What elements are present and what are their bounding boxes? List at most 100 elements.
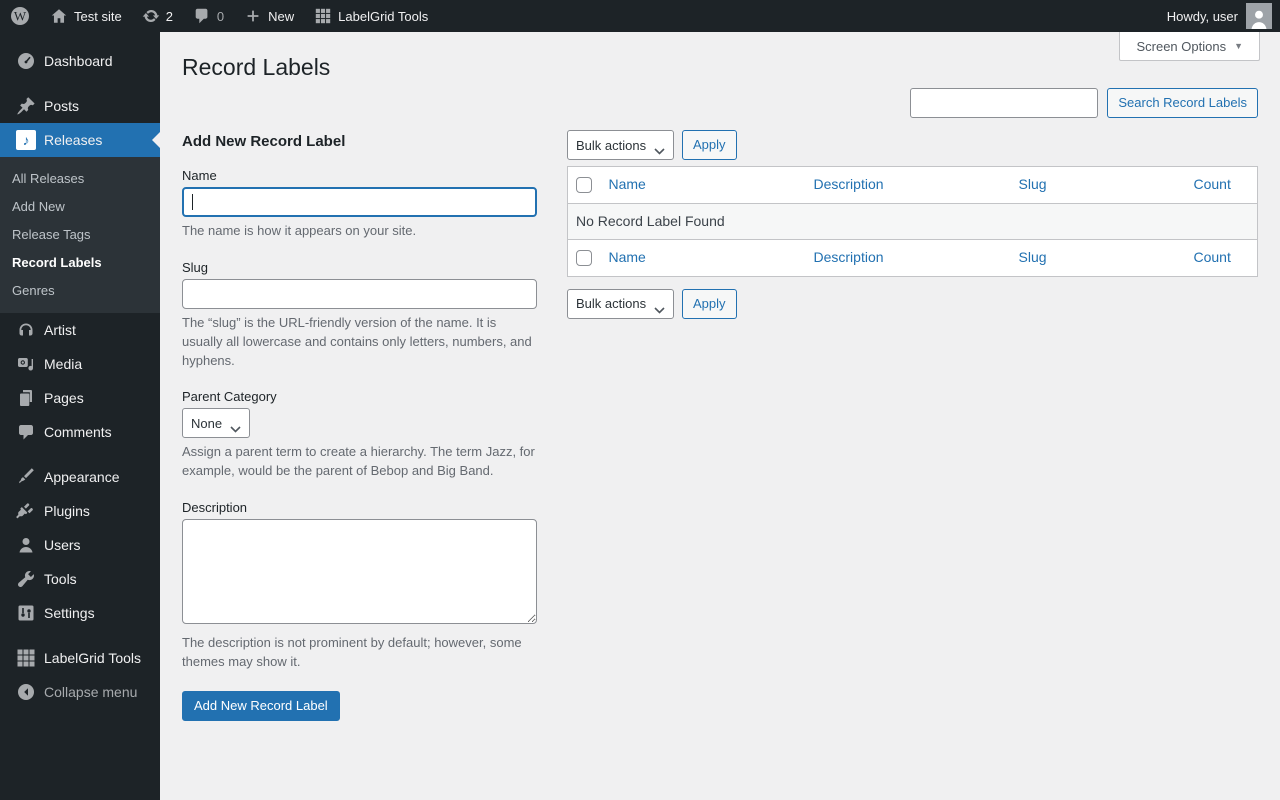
- search-input[interactable]: [910, 88, 1099, 118]
- admin-bar-comments[interactable]: 0: [183, 0, 234, 32]
- empty-table-row: No Record Label Found: [567, 203, 1258, 240]
- tablenav-top: Bulk actions Apply: [567, 130, 1258, 160]
- text-cursor: [192, 194, 193, 210]
- sidebar-item-label: Releases: [44, 132, 103, 148]
- column-header-description[interactable]: Description: [814, 176, 884, 192]
- sidebar-item-artist[interactable]: Artist: [0, 313, 160, 347]
- slug-field[interactable]: [182, 278, 537, 309]
- admin-sidebar: Dashboard Posts ♪ Releases All Releases …: [0, 32, 160, 800]
- sidebar-item-label: Comments: [44, 424, 112, 440]
- sidebar-item-comments[interactable]: Comments: [0, 415, 160, 449]
- submenu-item-add-new[interactable]: Add New: [0, 192, 160, 220]
- sidebar-item-appearance[interactable]: Appearance: [0, 460, 160, 494]
- sidebar-item-label: Media: [44, 356, 83, 372]
- sidebar-item-posts[interactable]: Posts: [0, 89, 160, 123]
- bulk-actions-select-bottom[interactable]: Bulk actions: [567, 288, 674, 319]
- sidebar-item-label: LabelGrid Tools: [44, 650, 142, 666]
- plus-icon: [244, 7, 262, 25]
- bulk-actions-select[interactable]: Bulk actions: [567, 130, 674, 160]
- wordpress-logo-icon: W: [10, 6, 30, 26]
- admin-bar-site-link[interactable]: Test site: [40, 0, 132, 32]
- sliders-icon: [16, 603, 36, 623]
- column-header-description[interactable]: Description: [814, 249, 884, 265]
- parent-category-select[interactable]: None: [182, 408, 250, 439]
- slug-label: Slug: [182, 259, 209, 275]
- admin-bar-new[interactable]: New: [234, 0, 304, 32]
- search-record-labels-button[interactable]: Search Record Labels: [1107, 88, 1258, 118]
- apply-button[interactable]: Apply: [682, 130, 737, 160]
- apply-button-bottom[interactable]: Apply: [682, 288, 737, 319]
- sidebar-item-plugins[interactable]: Plugins: [0, 494, 160, 528]
- add-new-record-label-button[interactable]: Add New Record Label: [182, 690, 340, 721]
- column-header-count[interactable]: Count: [1194, 249, 1231, 265]
- column-header-slug[interactable]: Slug: [1019, 176, 1047, 192]
- admin-bar-new-label: New: [268, 8, 295, 24]
- comments-icon: [193, 7, 211, 25]
- search-box: Search Record Labels: [182, 88, 1258, 118]
- media-icon: [16, 354, 36, 374]
- headphones-icon: [16, 320, 36, 340]
- sidebar-item-label: Appearance: [44, 469, 120, 485]
- admin-bar-labelgrid[interactable]: LabelGrid Tools: [304, 0, 438, 32]
- table-header-row: Name Description Slug Count: [567, 167, 1258, 204]
- sidebar-item-label: Artist: [44, 322, 76, 338]
- wordpress-menu-button[interactable]: W: [0, 0, 40, 32]
- update-icon: [142, 7, 160, 25]
- record-labels-table: Name Description Slug Count No Record La…: [567, 166, 1258, 277]
- submenu-item-record-labels[interactable]: Record Labels: [0, 248, 160, 276]
- sidebar-item-settings[interactable]: Settings: [0, 596, 160, 630]
- name-help-text: The name is how it appears on your site.: [182, 223, 417, 238]
- collapse-arrow-icon: [16, 682, 36, 702]
- update-count: 2: [165, 8, 173, 24]
- submenu-item-genres[interactable]: Genres: [0, 276, 160, 304]
- select-all-checkbox[interactable]: [576, 177, 592, 194]
- dashboard-icon: [16, 51, 36, 71]
- sidebar-item-dashboard[interactable]: Dashboard: [0, 44, 160, 78]
- sidebar-item-collapse-menu[interactable]: Collapse menu: [0, 675, 160, 709]
- admin-bar-labelgrid-label: LabelGrid Tools: [338, 8, 429, 24]
- wrench-icon: [16, 569, 36, 589]
- music-note-icon: ♪: [16, 130, 36, 150]
- sidebar-item-media[interactable]: Media: [0, 347, 160, 381]
- pages-icon: [16, 388, 36, 408]
- tablenav-bottom: Bulk actions Apply: [567, 288, 1258, 319]
- sidebar-item-pages[interactable]: Pages: [0, 381, 160, 415]
- sidebar-item-users[interactable]: Users: [0, 528, 160, 562]
- name-field[interactable]: [182, 187, 537, 217]
- form-heading: Add New Record Label: [182, 133, 346, 150]
- column-header-slug[interactable]: Slug: [1019, 249, 1047, 265]
- table-footer-row: Name Description Slug Count: [567, 239, 1258, 277]
- user-icon: [16, 535, 36, 555]
- sidebar-item-label: Pages: [44, 390, 84, 406]
- column-header-count[interactable]: Count: [1194, 176, 1231, 192]
- terms-list-panel: Bulk actions Apply Name Description Slug…: [567, 130, 1258, 319]
- home-icon: [50, 7, 68, 25]
- screen-options-label: Screen Options: [1136, 38, 1227, 54]
- menu-separator: [0, 78, 160, 89]
- sidebar-item-label: Tools: [44, 571, 77, 587]
- add-term-form: Add New Record Label Name The name is ho…: [182, 130, 537, 721]
- column-header-name[interactable]: Name: [609, 249, 646, 265]
- menu-separator: [0, 630, 160, 641]
- grid-icon: [314, 7, 332, 25]
- select-all-checkbox[interactable]: [576, 250, 592, 267]
- submenu-item-all-releases[interactable]: All Releases: [0, 164, 160, 192]
- column-header-name[interactable]: Name: [609, 176, 646, 192]
- sidebar-item-tools[interactable]: Tools: [0, 562, 160, 596]
- sidebar-item-label: Collapse menu: [44, 684, 138, 700]
- empty-message: No Record Label Found: [567, 203, 1258, 240]
- releases-submenu: All Releases Add New Release Tags Record…: [0, 157, 160, 313]
- admin-bar-account[interactable]: Howdy, user: [1159, 0, 1280, 32]
- description-field[interactable]: [182, 519, 537, 625]
- screen-options-button[interactable]: Screen Options ▼: [1119, 32, 1260, 61]
- sidebar-item-labelgrid-tools[interactable]: LabelGrid Tools: [0, 641, 160, 675]
- sidebar-item-label: Plugins: [44, 503, 90, 519]
- admin-bar-site-label: Test site: [74, 8, 122, 24]
- admin-bar-updates[interactable]: 2: [132, 0, 183, 32]
- submenu-item-release-tags[interactable]: Release Tags: [0, 220, 160, 248]
- chevron-down-icon: ▼: [1234, 41, 1243, 51]
- plug-icon: [16, 501, 36, 521]
- sidebar-item-label: Settings: [44, 605, 95, 621]
- main-content: Screen Options ▼ Record Labels Search Re…: [160, 32, 1280, 800]
- sidebar-item-releases[interactable]: ♪ Releases: [0, 123, 160, 157]
